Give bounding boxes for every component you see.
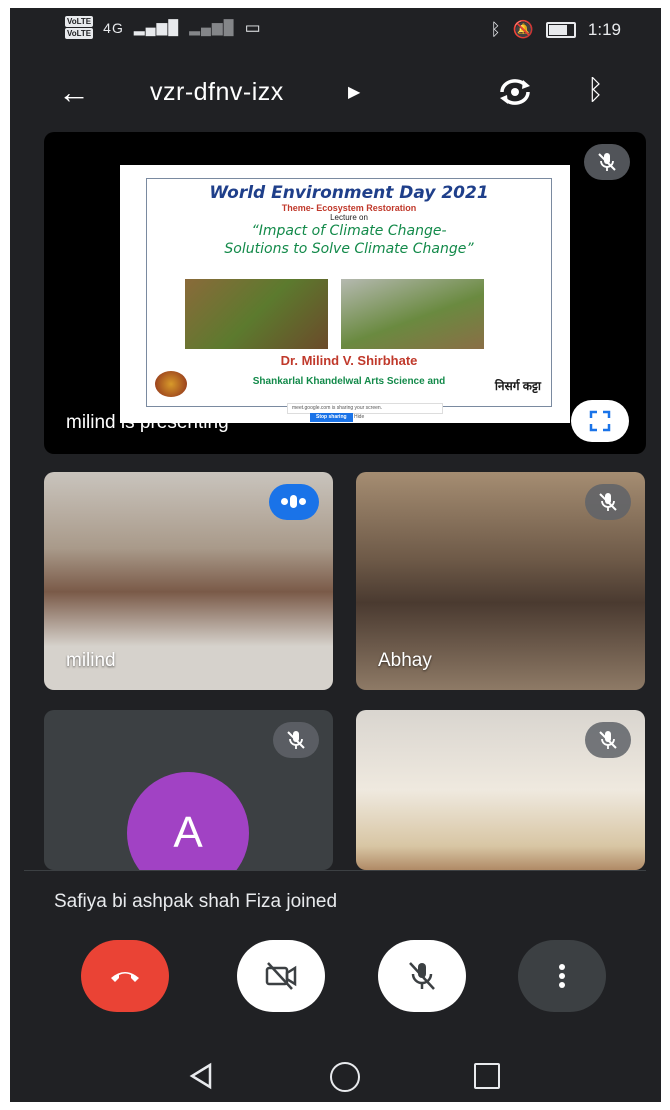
volte-badge-2: VoLTE	[65, 28, 94, 39]
shared-slide: World Environment Day 2021 Theme- Ecosys…	[120, 165, 570, 423]
participant-tile-milind[interactable]: milind	[44, 472, 333, 690]
participant-name: milind	[66, 650, 116, 671]
app-bar: ← vzr-dfnv-izx ▶ ᛒ	[10, 68, 661, 118]
network-type: 4G	[103, 19, 124, 36]
clock: 1:19	[587, 20, 621, 39]
stop-sharing-button: Stop sharing	[310, 413, 353, 422]
mic-off-icon	[598, 153, 616, 171]
nav-home-icon[interactable]	[330, 1062, 360, 1092]
battery-icon	[545, 22, 576, 38]
signal-weak-icon: ▂▄▆█	[189, 19, 235, 35]
more-vert-icon	[559, 964, 565, 988]
mic-off-icon	[409, 962, 435, 990]
slide-topic-line2: Solutions to Solve Climate Change”	[224, 241, 474, 257]
fullscreen-button[interactable]	[571, 400, 629, 442]
nav-recents-icon[interactable]	[474, 1063, 500, 1089]
system-nav-bar	[10, 1048, 661, 1102]
speaking-dot	[299, 498, 306, 505]
bluetooth-audio-icon[interactable]: ᛒ	[587, 74, 604, 106]
slide-speaker: Dr. Milind V. Shirbhate	[280, 353, 418, 368]
mic-off-badge	[585, 484, 631, 520]
switch-camera-icon[interactable]	[496, 74, 534, 110]
presenter-label: milind is presenting	[66, 412, 229, 433]
back-arrow-icon[interactable]: ←	[58, 74, 90, 111]
mic-toggle-button[interactable]	[378, 940, 466, 1012]
mic-off-badge	[585, 722, 631, 758]
bluetooth-status-icon: ᛒ	[490, 20, 501, 39]
end-call-button[interactable]	[81, 940, 169, 1012]
speaking-dot	[281, 498, 288, 505]
slide-title: World Environment Day 2021	[209, 183, 489, 203]
nav-back-icon[interactable]	[188, 1062, 216, 1090]
phone-hangup-icon	[111, 972, 139, 982]
camera-toggle-button[interactable]	[237, 940, 325, 1012]
avatar: A	[127, 772, 249, 870]
signal-icon: ▂▄▆█	[133, 19, 180, 35]
presentation-tile[interactable]: World Environment Day 2021 Theme- Ecosys…	[44, 132, 646, 454]
volte-badge-1: VoLTE	[65, 16, 94, 27]
cast-icon: ▭	[244, 17, 261, 37]
camera-off-icon	[265, 962, 297, 990]
speaking-indicator	[269, 484, 319, 520]
caret-right-icon[interactable]: ▶	[348, 82, 360, 102]
status-right: ᛒ 🔕 1:19	[491, 20, 621, 40]
college-emblem-icon	[155, 371, 187, 397]
participant-tile-abhay[interactable]: Abhay	[356, 472, 645, 690]
status-left: VoLTE VoLTE 4G ▂▄▆█ ▂▄▆█ ▭	[65, 16, 261, 39]
mic-off-badge	[273, 722, 319, 758]
meeting-code[interactable]: vzr-dfnv-izx	[150, 78, 284, 107]
slide-photo-planting	[341, 279, 484, 349]
screen-share-bar: meet.google.com is sharing your screen. …	[287, 403, 443, 422]
more-options-button[interactable]	[518, 940, 606, 1012]
fullscreen-icon	[589, 410, 611, 432]
participant-tile-host[interactable]	[356, 710, 645, 870]
silent-icon: 🔕	[512, 20, 534, 39]
meet-screen: VoLTE VoLTE 4G ▂▄▆█ ▂▄▆█ ▭ ᛒ 🔕 1:19 ← vz…	[10, 8, 661, 1102]
slide-frame: World Environment Day 2021 Theme- Ecosys…	[146, 178, 552, 422]
participant-tile-a[interactable]: A	[44, 710, 333, 870]
status-bar: VoLTE VoLTE 4G ▂▄▆█ ▂▄▆█ ▭ ᛒ 🔕 1:19	[10, 8, 661, 54]
slide-logo-text: निसर्ग कट्टा	[494, 379, 541, 393]
slide-photo-speaker	[185, 279, 328, 349]
volte-indicators: VoLTE VoLTE	[65, 16, 94, 39]
share-bar-hide: Hide	[353, 414, 365, 420]
slide-topic-line1: “Impact of Climate Change-	[251, 223, 447, 239]
slide-lecture-on: Lecture on	[330, 213, 368, 222]
mic-off-icon	[599, 493, 617, 511]
slide-college: Shankarlal Khandelwal Arts Science and	[252, 376, 446, 387]
mic-off-badge	[584, 144, 630, 180]
mic-off-icon	[287, 731, 305, 749]
slide-theme: Theme- Ecosystem Restoration	[281, 203, 417, 213]
join-notification: Safiya bi ashpak shah Fiza joined	[24, 870, 646, 932]
speaking-dot	[290, 495, 297, 508]
participant-name: Abhay	[378, 650, 432, 671]
mic-off-icon	[599, 731, 617, 749]
share-bar-text: meet.google.com is sharing your screen.	[292, 405, 383, 411]
